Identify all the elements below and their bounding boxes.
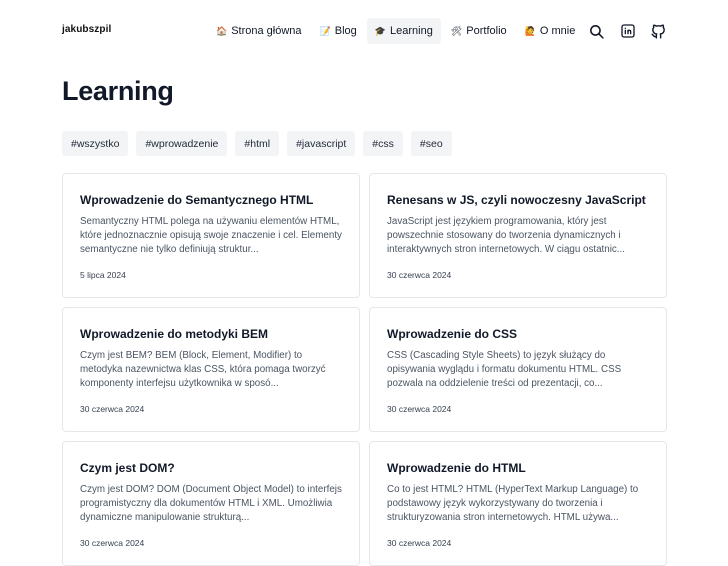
article-title: Wprowadzenie do Semantycznego HTML [80, 193, 314, 207]
tag-html[interactable]: #html [235, 131, 280, 156]
article-card[interactable]: Wprowadzenie do HTML Co to jest HTML? HT… [369, 441, 667, 566]
article-title: Wprowadzenie do CSS [387, 327, 518, 341]
github-icon [651, 23, 665, 39]
article-title: Renesans w JS, czyli nowoczesny JavaScri… [387, 193, 646, 207]
article-date: 5 lipca 2024 [80, 270, 126, 280]
github-link[interactable] [648, 21, 669, 42]
nav-item-label: Portfolio [466, 25, 507, 37]
linkedin-icon [620, 24, 635, 38]
tools-icon: 🛠 [450, 25, 463, 36]
tag-seo[interactable]: #seo [410, 131, 452, 156]
article-card[interactable]: Wprowadzenie do Semantycznego HTML Seman… [62, 173, 360, 298]
article-card[interactable]: Czym jest DOM? Czym jest DOM? DOM (Docum… [62, 441, 360, 566]
graduation-cap-icon: 🎓 [374, 25, 387, 36]
tag-css[interactable]: #css [363, 131, 403, 156]
article-title: Wprowadzenie do HTML [387, 461, 526, 475]
linkedin-link[interactable] [617, 21, 638, 42]
article-excerpt: Czym jest BEM? BEM (Block, Element, Modi… [80, 350, 326, 389]
header-icons [586, 20, 669, 42]
nav-item-home[interactable]: 🏠 Strona główna [208, 18, 310, 44]
tag-wprowadzenie[interactable]: #wprowadzenie [136, 131, 228, 156]
article-date: 30 czerwca 2024 [80, 538, 145, 548]
article-card[interactable]: Wprowadzenie do metodyki BEM Czym jest B… [62, 307, 360, 432]
nav-item-label: Strona główna [231, 25, 302, 37]
page-title: Learning [62, 76, 174, 106]
article-card[interactable]: Wprowadzenie do CSS CSS (Cascading Style… [369, 307, 667, 432]
nav-item-learning[interactable]: 🎓 Learning [366, 18, 441, 44]
nav-item-blog[interactable]: 📝 Blog [312, 18, 365, 44]
search-icon [590, 24, 604, 39]
tag-javascript[interactable]: #javascript [287, 131, 356, 156]
memo-icon: 📝 [319, 25, 331, 36]
article-excerpt: Czym jest DOM? DOM (Document Object Mode… [80, 484, 342, 523]
article-excerpt: Co to jest HTML? HTML (HyperText Markup … [387, 484, 639, 523]
article-excerpt: Semantyczny HTML polega na używaniu elem… [80, 216, 342, 255]
article-excerpt: JavaScript jest językiem programowania, … [387, 216, 625, 255]
tag-filter-list: #wszystko #wprowadzenie #html #javascrip… [62, 131, 452, 156]
article-date: 30 czerwca 2024 [80, 404, 145, 414]
article-date: 30 czerwca 2024 [387, 404, 452, 414]
article-title: Czym jest DOM? [80, 461, 175, 475]
article-date: 30 czerwca 2024 [387, 270, 452, 280]
nav-item-portfolio[interactable]: 🛠 Portfolio [443, 18, 515, 44]
site-logo[interactable]: jakubszpil [62, 24, 111, 35]
nav-item-about[interactable]: 🙋 O mnie [517, 18, 584, 44]
article-date: 30 czerwca 2024 [387, 538, 452, 548]
home-icon: 🏠 [216, 25, 228, 36]
article-grid: Wprowadzenie do Semantycznego HTML Seman… [62, 173, 667, 566]
person-raising-hand-icon: 🙋 [524, 25, 536, 36]
main-nav: 🏠 Strona główna 📝 Blog 🎓 Learning 🛠 Port… [208, 18, 583, 44]
article-excerpt: CSS (Cascading Style Sheets) to język sł… [387, 350, 622, 389]
article-card[interactable]: Renesans w JS, czyli nowoczesny JavaScri… [369, 173, 667, 298]
nav-item-label: O mnie [539, 25, 576, 37]
nav-item-label: Blog [334, 25, 357, 37]
nav-item-label: Learning [390, 25, 433, 37]
article-title: Wprowadzenie do metodyki BEM [80, 327, 269, 341]
tag-wszystko[interactable]: #wszystko [62, 131, 129, 156]
site-header: jakubszpil 🏠 Strona główna 📝 Blog 🎓 Lear… [0, 0, 728, 62]
search-button[interactable] [586, 21, 607, 42]
